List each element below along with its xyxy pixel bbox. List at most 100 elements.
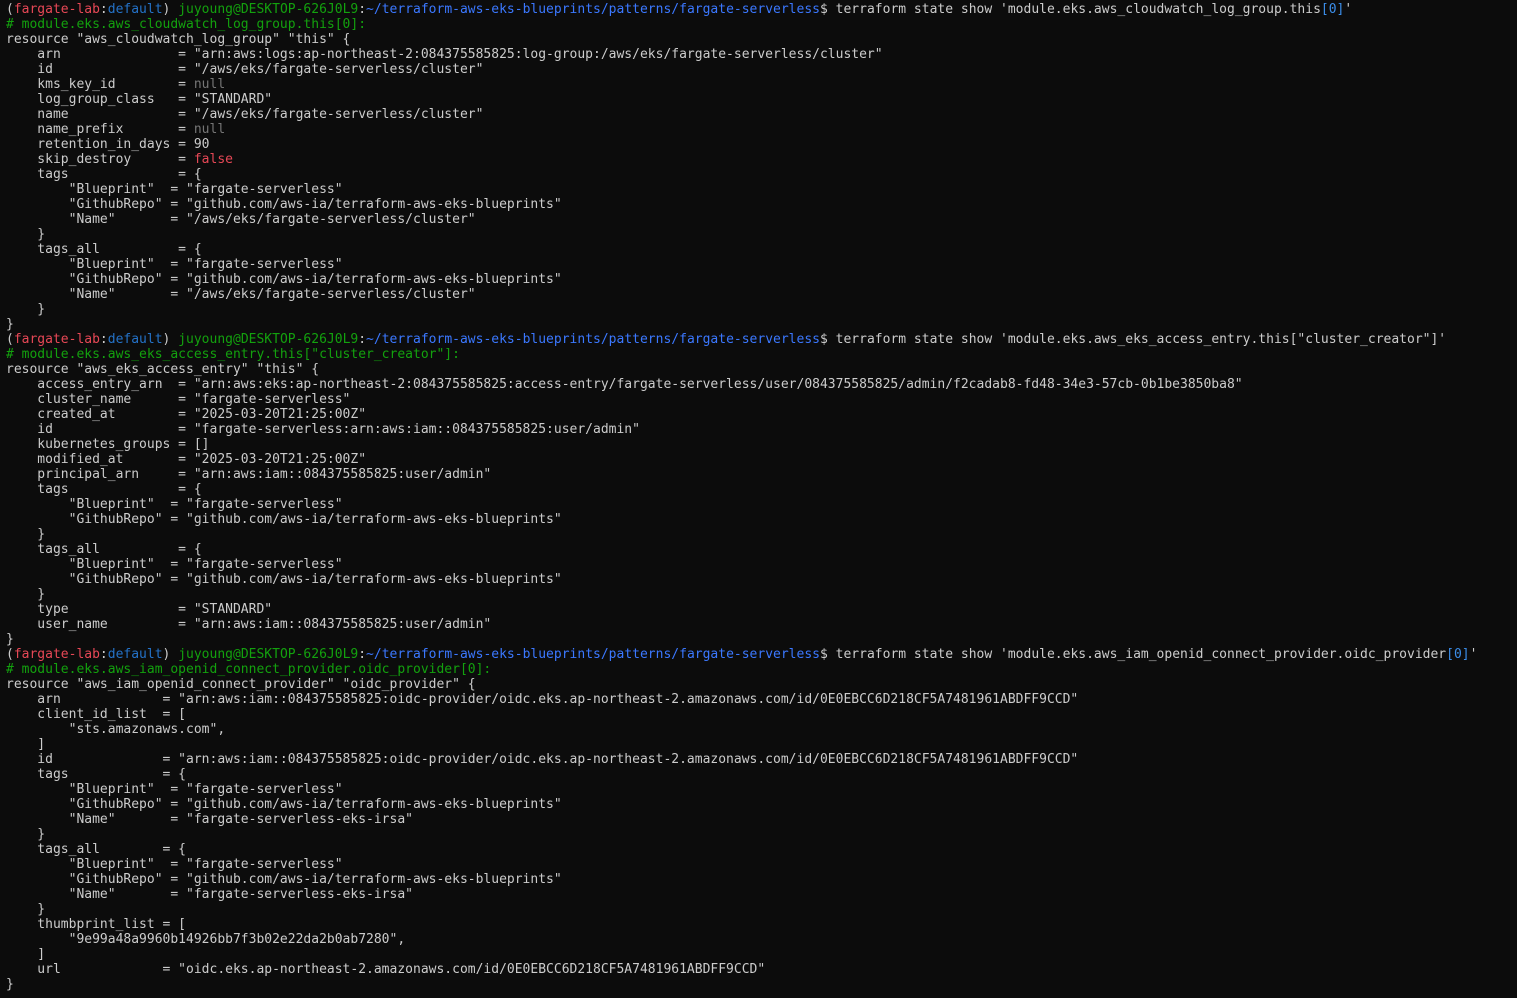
terminal-segment-default: : [358, 2, 367, 17]
terminal-segment-default: type = "STANDARD" [6, 602, 273, 617]
terminal-segment-false: false [193, 152, 233, 167]
terminal-line: "Blueprint" = "fargate-serverless" [6, 182, 1517, 197]
terminal-line: "Blueprint" = "fargate-serverless" [6, 857, 1517, 872]
terminal-segment-default: ) [162, 2, 179, 17]
terminal-segment-default: ] [6, 947, 46, 962]
terminal-segment-prof: default [107, 2, 163, 17]
terminal-segment-default: resource "aws_cloudwatch_log_group" "thi… [6, 32, 351, 47]
terminal-segment-default: } [6, 587, 46, 602]
terminal-line: "GithubRepo" = "github.com/aws-ia/terraf… [6, 512, 1517, 527]
terminal-segment-env: fargate-lab [13, 647, 100, 662]
terminal-segment-default: } [6, 902, 46, 917]
terminal-segment-default: user_name = "arn:aws:iam::084375585825:u… [6, 617, 492, 632]
terminal-line: id = "fargate-serverless:arn:aws:iam::08… [6, 422, 1517, 437]
terminal-segment-default: tags_all = { [6, 542, 202, 557]
terminal-segment-default: modified_at = "2025-03-20T21:25:00Z" [6, 452, 367, 467]
terminal-segment-default: } [6, 827, 46, 842]
terminal-segment-default: ( [6, 332, 14, 347]
terminal-line: } [6, 587, 1517, 602]
terminal-segment-default: "GithubRepo" = "github.com/aws-ia/terraf… [6, 512, 562, 527]
terminal-line: } [6, 227, 1517, 242]
terminal-line: url = "oidc.eks.ap-northeast-2.amazonaws… [6, 962, 1517, 977]
terminal-line: arn = "arn:aws:logs:ap-northeast-2:08437… [6, 47, 1517, 62]
terminal-line: "Blueprint" = "fargate-serverless" [6, 557, 1517, 572]
terminal-segment-default: : [99, 2, 108, 17]
terminal-segment-default: "Blueprint" = "fargate-serverless" [6, 182, 343, 197]
terminal-segment-null: null [193, 122, 226, 137]
terminal-line: } [6, 632, 1517, 647]
terminal-line: log_group_class = "STANDARD" [6, 92, 1517, 107]
terminal-line: # module.eks.aws_cloudwatch_log_group.th… [6, 17, 1517, 32]
terminal-segment-default: resource "aws_iam_openid_connect_provide… [6, 677, 476, 692]
terminal-line: } [6, 317, 1517, 332]
terminal-segment-default: id = "fargate-serverless:arn:aws:iam::08… [6, 422, 640, 437]
terminal-segment-default: $ terraform state show 'module.eks.aws_c… [820, 2, 1321, 17]
terminal-segment-default: arn = "arn:aws:iam::084375585825:oidc-pr… [6, 692, 1079, 707]
terminal-line: ] [6, 737, 1517, 752]
terminal-segment-default: ' [1344, 2, 1353, 17]
terminal-segment-prof: default [107, 647, 163, 662]
terminal-segment-default: } [6, 977, 14, 992]
terminal-segment-default: "Blueprint" = "fargate-serverless" [6, 857, 343, 872]
terminal-segment-default: ] [6, 737, 46, 752]
terminal-segment-default: id = "/aws/eks/fargate-serverless/cluste… [6, 62, 484, 77]
terminal-segment-default: thumbprint_list = [ [6, 917, 187, 932]
terminal-segment-default: principal_arn = "arn:aws:iam::0843755858… [6, 467, 492, 482]
terminal-segment-default: name = "/aws/eks/fargate-serverless/clus… [6, 107, 484, 122]
terminal-segment-default: $ terraform state show 'module.eks.aws_i… [820, 647, 1447, 662]
terminal-line: # module.eks.aws_eks_access_entry.this["… [6, 347, 1517, 362]
terminal-segment-default: "sts.amazonaws.com", [6, 722, 226, 737]
terminal-line: client_id_list = [ [6, 707, 1517, 722]
terminal-line: "Name" = "/aws/eks/fargate-serverless/cl… [6, 287, 1517, 302]
terminal-segment-default: "GithubRepo" = "github.com/aws-ia/terraf… [6, 572, 562, 587]
terminal-segment-default: "Name" = "fargate-serverless-eks-irsa" [6, 887, 413, 902]
terminal-line: tags = { [6, 482, 1517, 497]
terminal-segment-default: "Name" = "/aws/eks/fargate-serverless/cl… [6, 212, 476, 227]
terminal-line: "GithubRepo" = "github.com/aws-ia/terraf… [6, 872, 1517, 887]
terminal-segment-green: # module.eks.aws_eks_access_entry.this["… [6, 347, 460, 362]
terminal-segment-default: tags = { [6, 767, 187, 782]
terminal-segment-default: log_group_class = "STANDARD" [6, 92, 273, 107]
terminal-segment-default: "GithubRepo" = "github.com/aws-ia/terraf… [6, 272, 562, 287]
terminal-segment-default: ) [162, 332, 179, 347]
terminal-line: "Name" = "fargate-serverless-eks-irsa" [6, 812, 1517, 827]
terminal-segment-default: resource "aws_eks_access_entry" "this" { [6, 362, 320, 377]
terminal-segment-user: juyoung@DESKTOP-626J0L9 [178, 332, 359, 347]
terminal-line: name_prefix = null [6, 122, 1517, 137]
terminal-line: resource "aws_eks_access_entry" "this" { [6, 362, 1517, 377]
terminal-segment-path: ~/terraform-aws-eks-blueprints/patterns/… [366, 2, 820, 17]
terminal-segment-default: name_prefix = [6, 122, 194, 137]
terminal-segment-default: } [6, 227, 46, 242]
terminal-segment-green: # module.eks.aws_iam_openid_connect_prov… [6, 662, 492, 677]
terminal-line: id = "arn:aws:iam::084375585825:oidc-pro… [6, 752, 1517, 767]
terminal-line: tags = { [6, 767, 1517, 782]
terminal-segment-green: # module.eks.aws_cloudwatch_log_group.th… [6, 17, 367, 32]
terminal-segment-default: ) [162, 647, 179, 662]
terminal-line: "GithubRepo" = "github.com/aws-ia/terraf… [6, 572, 1517, 587]
terminal-line: "Name" = "/aws/eks/fargate-serverless/cl… [6, 212, 1517, 227]
terminal-segment-user: juyoung@DESKTOP-626J0L9 [178, 2, 359, 17]
terminal-line: user_name = "arn:aws:iam::084375585825:u… [6, 617, 1517, 632]
terminal-line: thumbprint_list = [ [6, 917, 1517, 932]
terminal-line: "GithubRepo" = "github.com/aws-ia/terraf… [6, 272, 1517, 287]
terminal-output[interactable]: (fargate-lab:default) juyoung@DESKTOP-62… [0, 0, 1517, 998]
terminal-line: tags = { [6, 167, 1517, 182]
terminal-line: "Blueprint" = "fargate-serverless" [6, 497, 1517, 512]
terminal-line: arn = "arn:aws:iam::084375585825:oidc-pr… [6, 692, 1517, 707]
terminal-line: "Blueprint" = "fargate-serverless" [6, 257, 1517, 272]
terminal-line: kubernetes_groups = [] [6, 437, 1517, 452]
terminal-segment-default: tags_all = { [6, 842, 187, 857]
terminal-line: cluster_name = "fargate-serverless" [6, 392, 1517, 407]
terminal-segment-default: } [6, 302, 46, 317]
terminal-line: } [6, 302, 1517, 317]
terminal-line: created_at = "2025-03-20T21:25:00Z" [6, 407, 1517, 422]
terminal-segment-default: tags = { [6, 482, 202, 497]
terminal-line: } [6, 902, 1517, 917]
terminal-line: (fargate-lab:default) juyoung@DESKTOP-62… [6, 332, 1517, 347]
terminal-line: kms_key_id = null [6, 77, 1517, 92]
terminal-line: (fargate-lab:default) juyoung@DESKTOP-62… [6, 2, 1517, 17]
terminal-segment-default: retention_in_days = 90 [6, 137, 210, 152]
terminal-segment-prof: default [107, 332, 163, 347]
terminal-segment-default: created_at = "2025-03-20T21:25:00Z" [6, 407, 367, 422]
terminal-segment-path: ~/terraform-aws-eks-blueprints/patterns/… [366, 332, 820, 347]
